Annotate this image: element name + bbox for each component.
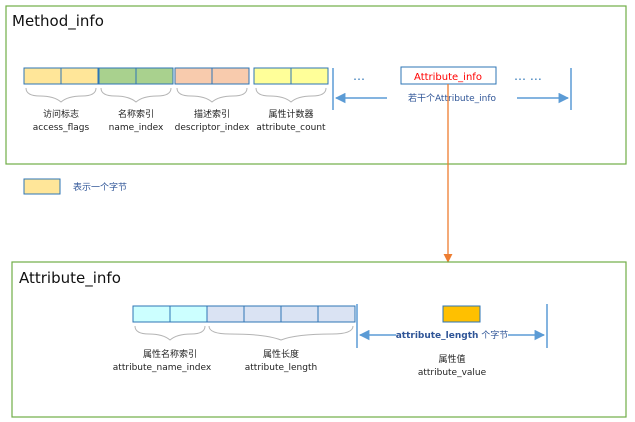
field-cn-label: 访问标志 bbox=[43, 108, 79, 120]
field-cn-label: 属性名称索引 bbox=[143, 348, 197, 360]
field-cell bbox=[253, 67, 292, 85]
legend-text: 表示一个字节 bbox=[73, 181, 127, 193]
length-label: attribute_length 个字节 bbox=[396, 329, 509, 341]
field-cn-label: 描述索引 bbox=[194, 108, 230, 120]
attribute-value-cn: 属性值 bbox=[438, 353, 465, 365]
field-cell bbox=[169, 305, 208, 323]
field-en-label: descriptor_index bbox=[175, 123, 250, 133]
field-brace bbox=[100, 87, 172, 103]
field-cell bbox=[290, 67, 329, 85]
method-info-title: Method_info bbox=[12, 12, 104, 31]
field-cell bbox=[280, 305, 319, 323]
attribute-info-title: Attribute_info bbox=[19, 269, 121, 288]
field-cell bbox=[174, 67, 213, 85]
attribute-value-swatch bbox=[442, 305, 481, 323]
field-cell bbox=[23, 67, 62, 85]
field-brace bbox=[176, 87, 248, 103]
field-en-label: attribute_name_index bbox=[113, 363, 212, 373]
attribute-info-box-label: Attribute_info bbox=[414, 72, 482, 83]
field-cell bbox=[206, 305, 245, 323]
field-cell bbox=[135, 67, 174, 85]
method-field-access-flags: 访问标志 access_flags bbox=[23, 67, 99, 133]
field-cn-label: 属性长度 bbox=[263, 348, 299, 360]
field-brace bbox=[25, 87, 97, 103]
field-cn-label: 名称索引 bbox=[118, 108, 154, 120]
right-ellipsis: … … bbox=[514, 69, 542, 83]
attribute-value-en: attribute_value bbox=[418, 368, 487, 378]
attr-field-name-index: 属性名称索引 attribute_name_index bbox=[113, 305, 212, 373]
field-cell bbox=[211, 67, 250, 85]
field-cell bbox=[60, 67, 99, 85]
field-cell bbox=[132, 305, 171, 323]
length-label-bold: attribute_length bbox=[396, 331, 479, 341]
structure-diagram: Method_info 访问标志 access_flags 名称索引 name_… bbox=[5, 5, 627, 418]
left-ellipsis: … bbox=[353, 69, 365, 83]
method-field-name-index: 名称索引 name_index bbox=[98, 67, 174, 133]
legend-swatch bbox=[23, 178, 61, 195]
field-en-label: access_flags bbox=[33, 123, 90, 133]
field-brace bbox=[134, 325, 206, 341]
field-brace bbox=[208, 325, 354, 341]
method-field-descriptor-index: 描述索引 descriptor_index bbox=[174, 67, 250, 133]
field-cn-label: 属性计数器 bbox=[268, 108, 313, 120]
method-field-attribute-count: 属性计数器 attribute_count bbox=[253, 67, 329, 133]
field-brace bbox=[255, 87, 327, 103]
length-label-tail: 个字节 bbox=[478, 329, 508, 341]
field-en-label: attribute_length bbox=[245, 363, 317, 373]
field-en-label: name_index bbox=[109, 123, 164, 133]
field-cell bbox=[98, 67, 137, 85]
attr-field-length: 属性长度 attribute_length bbox=[206, 305, 356, 373]
field-cell bbox=[317, 305, 356, 323]
span-label: 若干个Attribute_info bbox=[408, 92, 497, 104]
field-en-label: attribute_count bbox=[256, 123, 326, 133]
field-cell bbox=[243, 305, 282, 323]
